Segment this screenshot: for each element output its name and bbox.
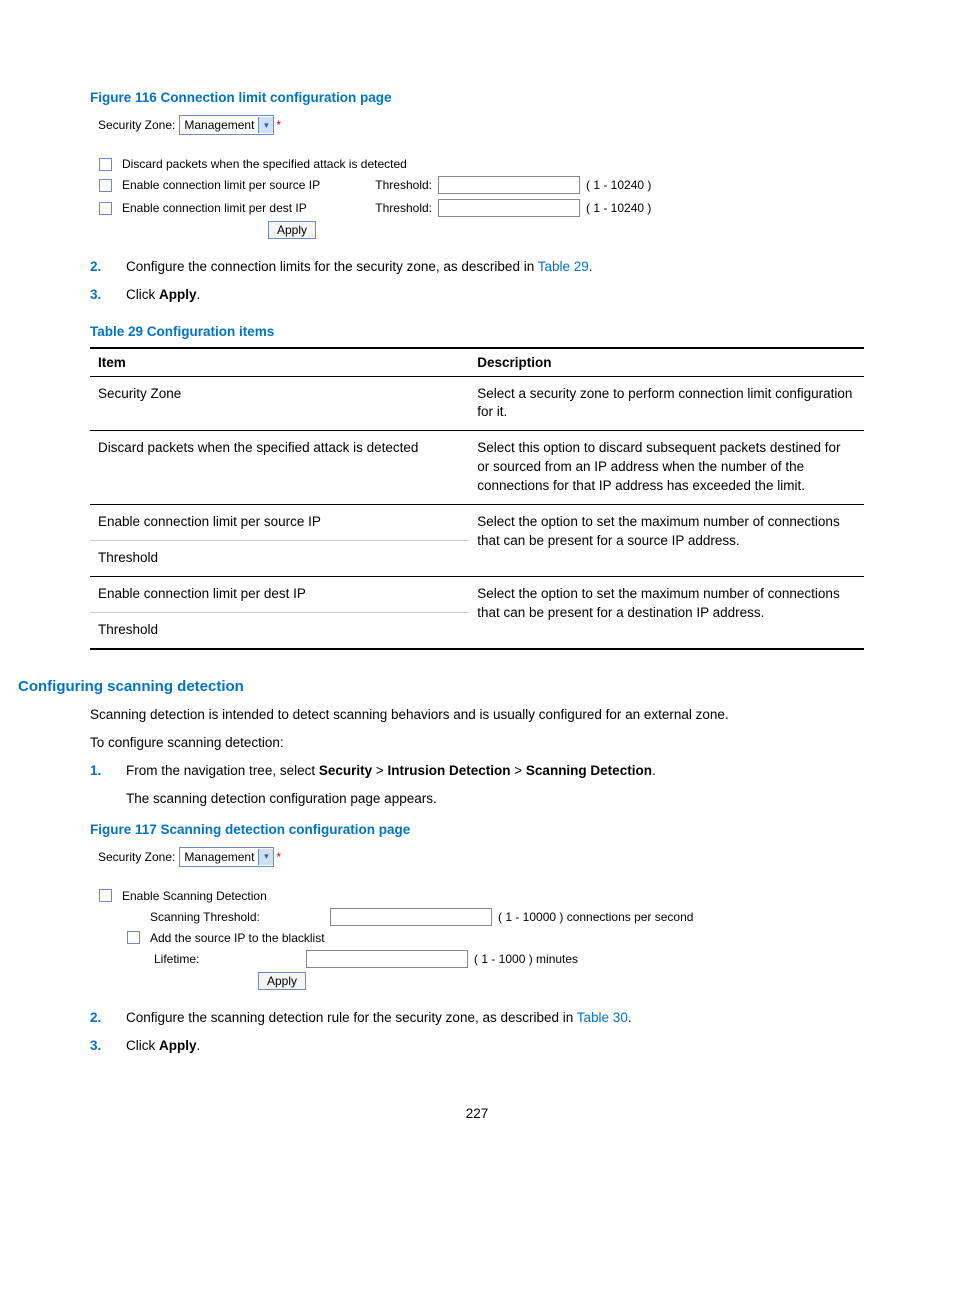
threshold-source-input[interactable] — [438, 176, 580, 194]
para-scanning-intro: Scanning detection is intended to detect… — [90, 705, 864, 725]
sd-step-3: 3. Click Apply. — [90, 1036, 864, 1056]
figure-117-screenshot: Security Zone: Management ▾ * Enable Sca… — [98, 847, 864, 988]
security-zone-label: Security Zone: — [98, 118, 175, 132]
threshold-label-2: Threshold: — [362, 201, 438, 215]
sd-step-1-number: 1. — [90, 761, 126, 810]
threshold-dest-range: ( 1 - 10240 ) — [586, 201, 651, 215]
step-2-number: 2. — [90, 257, 126, 277]
t29-r2c1: Discard packets when the specified attac… — [90, 431, 469, 505]
limit-source-checkbox[interactable] — [99, 179, 112, 192]
threshold-label-1: Threshold: — [362, 178, 438, 192]
figure-116-screenshot: Security Zone: Management ▾ * Discard pa… — [98, 115, 864, 237]
scanning-threshold-range: ( 1 - 10000 ) connections per second — [498, 910, 693, 924]
sd-step-1: 1. From the navigation tree, select Secu… — [90, 761, 864, 810]
step-2: 2. Configure the connection limits for t… — [90, 257, 864, 277]
t29-r34c2: Select the option to set the maximum num… — [469, 504, 864, 576]
security-zone-value-117: Management — [184, 850, 254, 864]
table-30-link[interactable]: Table 30 — [577, 1010, 628, 1025]
t29-r5c1: Enable connection limit per dest IP — [90, 576, 469, 612]
t29-r1c1: Security Zone — [90, 376, 469, 431]
table-29-caption: Table 29 Configuration items — [90, 324, 864, 339]
lifetime-label: Lifetime: — [154, 952, 306, 966]
t29-r3c1: Enable connection limit per source IP — [90, 504, 469, 540]
sd-step-2-number: 2. — [90, 1008, 126, 1028]
apply-button-117[interactable]: Apply — [258, 972, 306, 990]
limit-dest-label: Enable connection limit per dest IP — [122, 201, 362, 215]
lifetime-input[interactable] — [306, 950, 468, 968]
step-3: 3. Click Apply. — [90, 285, 864, 305]
security-zone-value: Management — [184, 118, 254, 132]
step-3-number: 3. — [90, 285, 126, 305]
page-number: 227 — [90, 1106, 864, 1121]
threshold-source-range: ( 1 - 10240 ) — [586, 178, 651, 192]
required-asterisk: * — [276, 118, 281, 132]
table-29-header-desc: Description — [469, 348, 864, 377]
t29-r1c2: Select a security zone to perform connec… — [469, 376, 864, 431]
security-zone-label-117: Security Zone: — [98, 850, 175, 864]
lifetime-range: ( 1 - 1000 ) minutes — [474, 952, 578, 966]
required-asterisk-117: * — [276, 850, 281, 864]
chevron-down-icon-117: ▾ — [258, 849, 273, 865]
discard-packets-label: Discard packets when the specified attac… — [122, 157, 407, 171]
chevron-down-icon: ▾ — [258, 117, 273, 133]
t29-r6c1: Threshold — [90, 612, 469, 648]
add-blacklist-checkbox[interactable] — [127, 931, 140, 944]
scanning-threshold-label: Scanning Threshold: — [150, 910, 330, 924]
sd-step-2: 2. Configure the scanning detection rule… — [90, 1008, 864, 1028]
para-scanning-to: To configure scanning detection: — [90, 733, 864, 753]
limit-dest-checkbox[interactable] — [99, 202, 112, 215]
t29-r4c1: Threshold — [90, 540, 469, 576]
security-zone-select-117[interactable]: Management ▾ — [179, 847, 274, 867]
discard-packets-checkbox[interactable] — [99, 158, 112, 171]
scanning-threshold-input[interactable] — [330, 908, 492, 926]
figure-116-caption: Figure 116 Connection limit configuratio… — [90, 90, 864, 105]
table-29-link[interactable]: Table 29 — [538, 259, 589, 274]
t29-r2c2: Select this option to discard subsequent… — [469, 431, 864, 505]
enable-scanning-checkbox[interactable] — [99, 889, 112, 902]
enable-scanning-label: Enable Scanning Detection — [122, 889, 267, 903]
figure-117-caption: Figure 117 Scanning detection configurat… — [90, 822, 864, 837]
table-29-header-item: Item — [90, 348, 469, 377]
sd-step-3-number: 3. — [90, 1036, 126, 1056]
sd-step-1-sub: The scanning detection configuration pag… — [126, 789, 656, 809]
security-zone-select[interactable]: Management ▾ — [179, 115, 274, 135]
table-29: Item Description Security Zone Select a … — [90, 347, 864, 650]
limit-source-label: Enable connection limit per source IP — [122, 178, 362, 192]
apply-button-116[interactable]: Apply — [268, 221, 316, 239]
section-heading-scanning: Configuring scanning detection — [18, 678, 864, 695]
threshold-dest-input[interactable] — [438, 199, 580, 217]
add-blacklist-label: Add the source IP to the blacklist — [150, 931, 325, 945]
t29-r56c2: Select the option to set the maximum num… — [469, 576, 864, 648]
